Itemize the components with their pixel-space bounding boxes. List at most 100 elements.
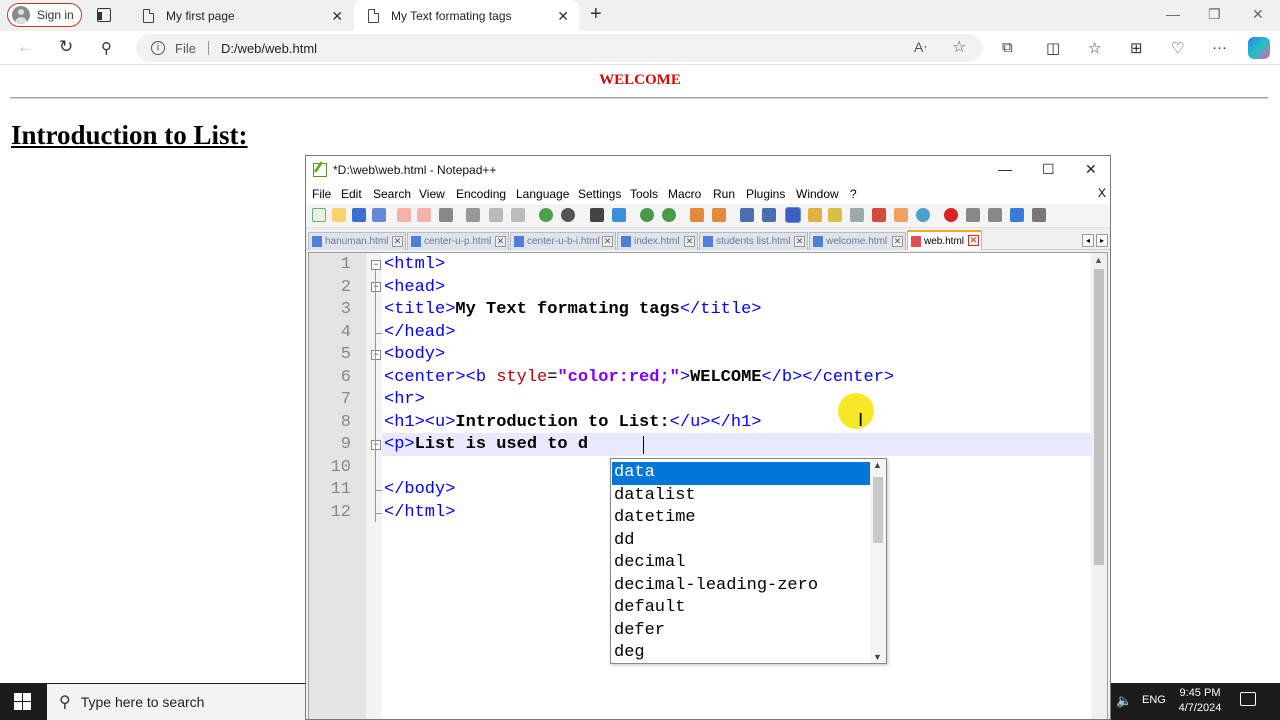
fold-toggle-icon[interactable]: −	[371, 440, 381, 450]
close-window-icon[interactable]: ✕	[1252, 6, 1264, 23]
save-icon[interactable]	[352, 208, 366, 222]
menu-settings[interactable]: Settings	[578, 187, 621, 201]
udl-icon[interactable]	[808, 208, 822, 222]
menu-language[interactable]: Language	[516, 187, 569, 201]
refresh-icon[interactable]: ↻	[59, 37, 73, 57]
close-tab-icon[interactable]: ✕	[495, 236, 506, 247]
play-macro-icon[interactable]	[988, 208, 1002, 222]
info-icon[interactable]: i	[151, 41, 165, 55]
tab-scroll-right-icon[interactable]: ▸	[1096, 234, 1108, 247]
fold-toggle-icon[interactable]: −	[371, 350, 381, 360]
autocomplete-item[interactable]: datalist	[612, 485, 871, 508]
taskbar-clock[interactable]: 9:45 PM 4/7/2024	[1175, 686, 1225, 716]
cut-icon[interactable]	[466, 208, 480, 222]
close-tab-icon[interactable]: ✕	[392, 236, 403, 247]
indent-guide-icon[interactable]	[785, 207, 801, 223]
paste-icon[interactable]	[511, 208, 525, 222]
autocomplete-item[interactable]: decimal-leading-zero	[612, 575, 871, 598]
close-file-icon[interactable]	[397, 208, 411, 222]
monitoring-icon[interactable]	[916, 208, 930, 222]
new-file-icon[interactable]	[312, 208, 326, 222]
function-list-icon[interactable]	[872, 208, 886, 222]
restore-icon[interactable]: ❐	[1208, 6, 1221, 23]
menu-view[interactable]: View	[419, 187, 445, 201]
open-file-icon[interactable]	[332, 208, 346, 222]
save-macro-icon[interactable]	[1032, 208, 1046, 222]
redo-icon[interactable]	[561, 208, 575, 222]
address-url[interactable]: D:/web/web.html	[221, 41, 317, 56]
favorites-icon[interactable]: ☆	[1088, 39, 1101, 57]
back-icon[interactable]: ←	[17, 37, 34, 57]
menu-window[interactable]: Window	[796, 187, 839, 201]
menu-file[interactable]: File	[312, 187, 331, 201]
doc-list-icon[interactable]	[850, 208, 864, 222]
replace-icon[interactable]	[612, 208, 626, 222]
extensions-icon[interactable]: ⧉	[1002, 39, 1013, 56]
fold-toggle-icon[interactable]: −	[371, 282, 381, 292]
scrollbar-thumb[interactable]	[1094, 269, 1104, 565]
windows-start-icon[interactable]	[14, 693, 31, 710]
undo-icon[interactable]	[539, 208, 553, 222]
file-tab-center-u-p[interactable]: center-u-p.html ✕	[407, 232, 509, 250]
scroll-down-icon[interactable]: ▼	[873, 652, 882, 662]
autocomplete-item[interactable]: decimal	[612, 552, 871, 575]
close-all-icon[interactable]	[417, 208, 431, 222]
record-macro-icon[interactable]	[944, 208, 958, 222]
autocomplete-item[interactable]: defer	[612, 620, 871, 643]
menu-macro[interactable]: Macro	[668, 187, 701, 201]
sync-horizontal-icon[interactable]	[712, 208, 726, 222]
run-macro-multiple-icon[interactable]	[1010, 208, 1024, 222]
file-tab-web[interactable]: web.html ✕	[907, 230, 982, 250]
close-tab-icon[interactable]: ✕	[794, 236, 805, 247]
find-icon[interactable]	[590, 208, 604, 222]
volume-icon[interactable]: 🔈	[1116, 693, 1132, 709]
search-icon[interactable]: ⚲	[101, 39, 112, 57]
zoom-out-icon[interactable]	[662, 208, 676, 222]
close-tab-icon[interactable]: ✕	[331, 8, 343, 25]
close-tab-icon[interactable]: ✕	[602, 236, 613, 247]
menu-edit[interactable]: Edit	[341, 187, 362, 201]
scroll-up-icon[interactable]: ▲	[1094, 255, 1103, 265]
zoom-in-icon[interactable]	[640, 208, 654, 222]
notifications-icon[interactable]	[1240, 692, 1256, 706]
new-tab-icon[interactable]: +	[590, 3, 602, 26]
browser-tab-text-formatting[interactable]: My Text formating tags ✕	[354, 0, 579, 31]
menu-tools[interactable]: Tools	[630, 187, 658, 201]
menu-encoding[interactable]: Encoding	[456, 187, 506, 201]
stop-macro-icon[interactable]	[966, 208, 980, 222]
split-screen-icon[interactable]: ◫	[1046, 39, 1060, 57]
npp-close-icon[interactable]: ✕	[1085, 161, 1097, 178]
taskbar-search-box[interactable]: ⚲ Type here to search	[47, 684, 305, 720]
browser-tab-first-page[interactable]: My first page ✕	[129, 0, 353, 31]
print-icon[interactable]	[439, 208, 453, 222]
npp-title-bar[interactable]: *D:\web\web.html - Notepad++ — ☐ ✕	[306, 156, 1110, 184]
show-all-chars-icon[interactable]	[762, 208, 776, 222]
npp-minimize-icon[interactable]: —	[998, 161, 1012, 177]
tab-scroll-left-icon[interactable]: ◂	[1082, 234, 1094, 247]
editor-vertical-scrollbar[interactable]: ▲	[1091, 253, 1107, 719]
autocomplete-item[interactable]: default	[612, 597, 871, 620]
collections-icon[interactable]: ⊞	[1130, 39, 1143, 57]
address-bar[interactable]: i File D:/web/web.html	[136, 34, 982, 62]
close-tab-icon[interactable]: ✕	[684, 236, 695, 247]
copy-icon[interactable]	[489, 208, 503, 222]
file-tab-index[interactable]: index.html ✕	[617, 232, 698, 250]
close-tab-icon[interactable]: ✕	[968, 235, 979, 246]
menu-run[interactable]: Run	[713, 187, 735, 201]
doc-map-icon[interactable]	[828, 208, 842, 222]
word-wrap-icon[interactable]	[740, 208, 754, 222]
minimize-icon[interactable]: —	[1166, 6, 1180, 22]
scrollbar-thumb[interactable]	[873, 477, 883, 543]
menu-plugins[interactable]: Plugins	[746, 187, 785, 201]
autocomplete-scrollbar[interactable]: ▲ ▼	[870, 459, 886, 663]
menu-search[interactable]: Search	[373, 187, 411, 201]
favorite-star-icon[interactable]: ☆	[952, 37, 966, 57]
npp-maximize-icon[interactable]: ☐	[1042, 161, 1055, 178]
input-language[interactable]: ENG	[1142, 694, 1166, 706]
scroll-up-icon[interactable]: ▲	[873, 460, 882, 470]
read-aloud-icon[interactable]: Aᐧ	[914, 39, 927, 56]
file-tab-students-list[interactable]: students list.html ✕	[699, 232, 808, 250]
autocomplete-item[interactable]: deg	[612, 642, 871, 663]
file-tab-center-u-b-i[interactable]: center-u-b-i.html ✕	[510, 232, 616, 250]
browser-essentials-icon[interactable]: ♡	[1171, 39, 1184, 57]
